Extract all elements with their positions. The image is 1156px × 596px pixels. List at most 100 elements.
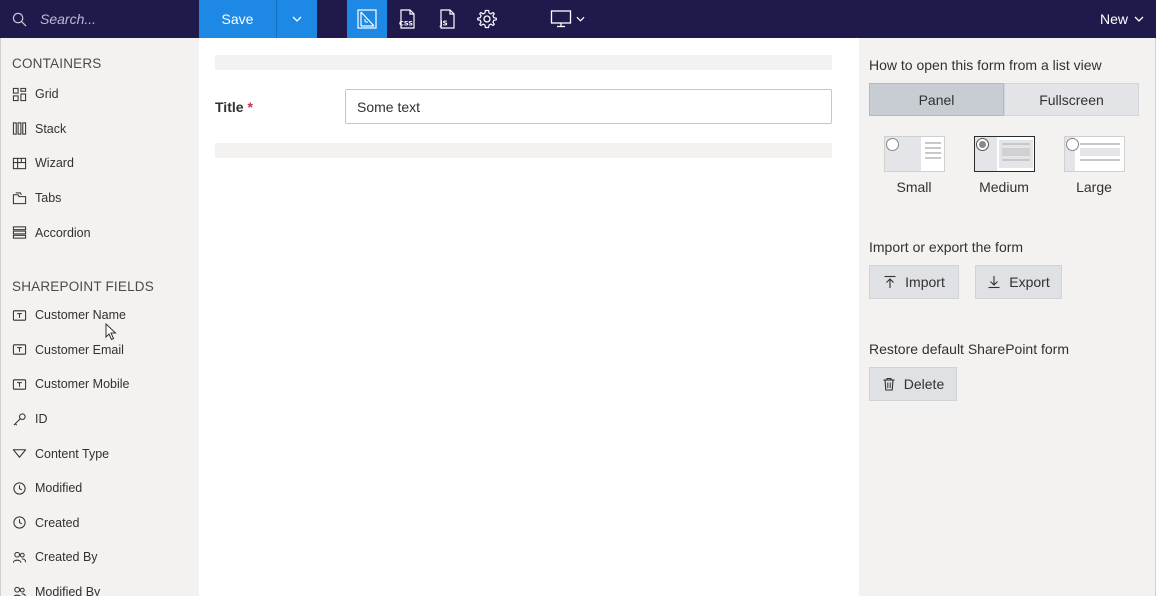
field-item-label: Created [35,515,80,530]
new-form-dropdown[interactable]: New [1100,0,1156,38]
filter-icon [12,449,27,458]
clock-icon [13,482,26,495]
people-icon [12,551,27,563]
text-field-icon [12,310,27,321]
restore-heading: Restore default SharePoint form [869,341,1069,357]
field-item-content-type[interactable]: Content Type [1,436,199,471]
fullscreen-option[interactable]: Fullscreen [1004,83,1139,116]
chevron-down-icon [292,16,302,22]
field-item-created-by[interactable]: Created By [1,540,199,575]
field-item-customer-mobile[interactable]: Customer Mobile [1,367,199,402]
mouse-cursor-icon [105,323,117,341]
panel-option[interactable]: Panel [869,83,1004,116]
field-item-label: Customer Email [35,342,124,357]
size-option-medium[interactable]: Medium [969,136,1039,195]
open-mode-toggle: Panel Fullscreen [869,83,1139,116]
required-marker: * [247,99,253,115]
field-item-label: ID [35,412,48,427]
clock-icon [13,516,26,529]
container-item-grid[interactable]: Grid [1,77,199,112]
search-box[interactable] [0,0,199,38]
grid-row-placeholder[interactable] [215,143,832,158]
container-item-stack[interactable]: Stack [1,112,199,147]
container-item-label: Wizard [35,156,74,171]
css-editor-button[interactable]: CSS [387,0,427,38]
container-item-label: Stack [35,121,67,136]
grid-icon [12,87,27,101]
save-button[interactable]: Save [199,0,277,38]
grid-row-placeholder[interactable] [215,55,832,70]
export-button[interactable]: Export [975,265,1062,299]
svg-text:JS: JS [439,20,448,28]
size-small-preview [883,136,945,172]
title-field-label: Title * [215,99,253,115]
search-icon [12,12,27,26]
upload-icon [884,275,896,288]
container-item-label: Accordion [35,225,91,240]
field-item-modified[interactable]: Modified [1,471,199,506]
field-item-label: Customer Mobile [35,377,130,392]
container-item-wizard[interactable]: Wizard [1,146,199,181]
stack-icon [12,122,27,136]
size-option-small[interactable]: Small [879,136,949,195]
field-item-label: Customer Name [35,308,126,323]
size-small-label: Small [896,179,932,195]
title-label-text: Title [215,99,244,115]
trash-icon [883,377,895,391]
container-item-label: Tabs [35,191,62,206]
size-option-large[interactable]: Large [1059,136,1129,195]
top-toolbar: Save CSS JS [0,0,1156,38]
containers-heading: CONTAINERS [12,56,102,71]
field-item-customer-name[interactable]: Customer Name [1,298,199,333]
js-editor-button[interactable]: JS [427,0,467,38]
size-medium-preview [973,136,1035,172]
field-item-label: Modified [35,481,83,496]
container-item-label: Grid [35,87,59,102]
size-large-preview [1063,136,1125,172]
import-export-heading: Import or export the form [869,239,1024,255]
delete-button[interactable]: Delete [869,367,957,401]
size-large-label: Large [1076,179,1112,195]
people-icon [13,586,27,596]
css-file-icon: CSS [399,9,415,29]
key-icon [13,412,26,426]
chevron-down-icon [1134,16,1144,22]
svg-text:CSS: CSS [399,20,413,28]
field-item-customer-email[interactable]: Customer Email [1,333,199,368]
js-file-icon: JS [439,9,455,29]
layout-designer-button[interactable] [347,0,387,38]
field-item-created[interactable]: Created [1,506,199,541]
container-item-accordion[interactable]: Accordion [1,215,199,250]
export-label: Export [1009,274,1050,290]
tabs-icon [12,191,27,204]
text-field-icon [12,379,27,390]
sharepoint-fields-heading: SHAREPOINT FIELDS [12,278,154,294]
field-item-id[interactable]: ID [1,402,199,437]
design-ruler-icon [357,9,377,29]
form-canvas: Title * [199,38,859,596]
title-input[interactable] [345,89,832,124]
delete-label: Delete [903,376,945,392]
container-item-tabs[interactable]: Tabs [1,181,199,216]
accordion-icon [12,226,27,239]
save-dropdown-button[interactable] [277,0,317,38]
gear-icon [477,9,497,29]
search-input[interactable] [40,11,190,27]
download-icon [988,276,1000,289]
field-item-modified-by[interactable]: Modified By [1,575,199,596]
chevron-down-icon [575,16,585,22]
import-label: Import [905,274,945,290]
text-field-icon [12,344,27,356]
new-label: New [1099,11,1128,27]
open-mode-heading: How to open this form from a list view [869,57,1102,73]
toolbox-panel: CONTAINERS Grid Stack Wizard Tabs Accord… [0,38,199,596]
import-button[interactable]: Import [869,265,959,299]
settings-button[interactable] [467,0,507,38]
wizard-icon [12,157,27,170]
size-medium-label: Medium [979,179,1029,195]
field-item-label: Modified By [35,585,101,596]
device-preview-dropdown[interactable] [537,0,597,38]
field-item-label: Content Type [35,446,110,461]
monitor-icon [550,10,571,28]
form-settings-panel: How to open this form from a list view P… [859,38,1156,596]
